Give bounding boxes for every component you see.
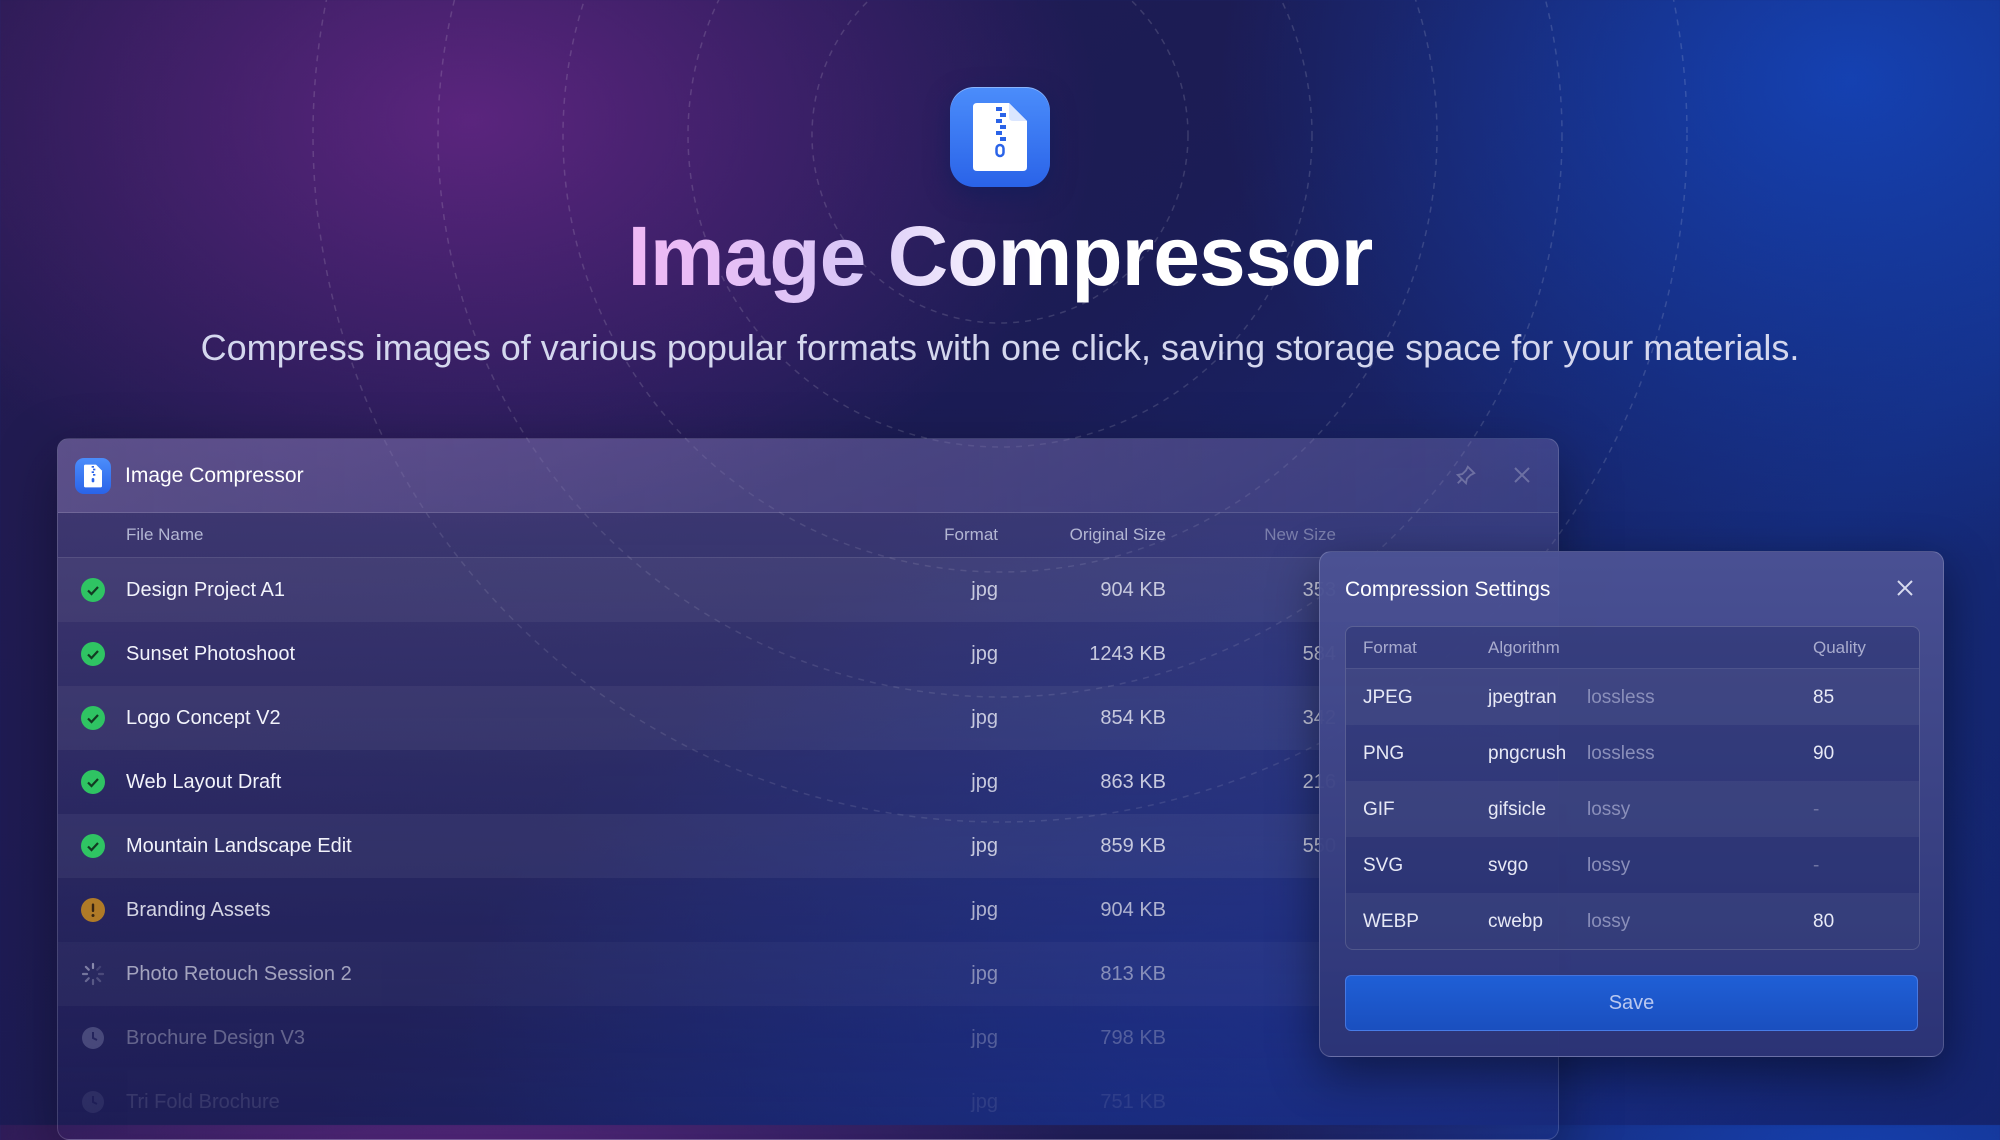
loading-spinner-icon [81, 962, 105, 986]
file-name: Mountain Landscape Edit [126, 835, 352, 857]
app-logo-icon [950, 87, 1050, 187]
file-format: jpg [971, 835, 998, 857]
file-name: Brochure Design V3 [126, 1027, 305, 1049]
file-name: Branding Assets [126, 899, 271, 921]
success-check-icon [81, 706, 105, 730]
original-size: 1243 KB [1089, 643, 1166, 665]
warning-icon [81, 898, 105, 922]
file-name: Photo Retouch Session 2 [126, 963, 352, 985]
file-format: jpg [971, 963, 998, 985]
format-name: JPEG [1363, 687, 1413, 708]
file-name: Tri Fold Brochure [126, 1091, 280, 1113]
file-format: jpg [971, 707, 998, 729]
compression-settings-dialog: Compression Settings Format Algorithm Qu… [1319, 551, 1944, 1057]
file-name: Web Layout Draft [126, 771, 282, 793]
settings-table-header: Format Algorithm Quality [1346, 627, 1919, 669]
pending-clock-icon [81, 1090, 105, 1114]
column-new-size: New Size [1264, 525, 1336, 544]
quality-value[interactable]: 85 [1813, 687, 1834, 709]
settings-title: Compression Settings [1345, 578, 1551, 601]
compression-mode: lossless [1587, 687, 1655, 708]
algorithm-name: svgo [1488, 855, 1529, 876]
column-original-size: Original Size [1069, 525, 1166, 544]
app-icon [75, 457, 111, 494]
settings-table: Format Algorithm Quality JPEG jpegtran l… [1345, 626, 1920, 950]
success-check-icon [81, 578, 105, 602]
success-check-icon [81, 834, 105, 858]
file-name: Logo Concept V2 [126, 707, 281, 729]
settings-row[interactable]: JPEG jpegtran lossless 85 [1346, 669, 1919, 725]
algorithm-name: cwebp [1488, 911, 1543, 932]
hero-subtitle: Compress images of various popular forma… [200, 327, 1800, 368]
format-name: PNG [1363, 743, 1405, 764]
compression-mode: lossless [1587, 743, 1655, 764]
compression-mode: lossy [1587, 799, 1631, 820]
quality-value[interactable]: 90 [1813, 743, 1834, 765]
window-title: Image Compressor [125, 463, 304, 487]
file-format: jpg [971, 899, 998, 921]
settings-row[interactable]: WEBP cwebp lossy 80 [1346, 893, 1919, 949]
original-size: 813 KB [1100, 963, 1166, 985]
column-format: Format [944, 525, 998, 544]
original-size: 904 KB [1100, 579, 1166, 601]
file-format: jpg [971, 1027, 998, 1049]
save-button[interactable]: Save [1345, 975, 1918, 1031]
hero-title: Image Compressor [627, 209, 1374, 303]
success-check-icon [81, 642, 105, 666]
original-size: 859 KB [1100, 835, 1166, 857]
compression-mode: lossy [1587, 855, 1631, 876]
column-algorithm: Algorithm [1488, 638, 1560, 657]
pending-clock-icon [81, 1026, 105, 1050]
file-name: Sunset Photoshoot [126, 643, 296, 665]
close-icon[interactable] [1891, 574, 1919, 602]
quality-value[interactable]: - [1813, 799, 1819, 821]
settings-row[interactable]: GIF gifsicle lossy - [1346, 781, 1919, 837]
format-name: WEBP [1363, 911, 1419, 932]
quality-value[interactable]: 80 [1813, 911, 1834, 933]
settings-row[interactable]: PNG pngcrush lossless 90 [1346, 725, 1919, 781]
original-size: 798 KB [1100, 1027, 1166, 1049]
file-format: jpg [971, 771, 998, 793]
window-titlebar: Image Compressor [58, 439, 1558, 513]
original-size: 854 KB [1100, 707, 1166, 729]
original-size: 751 KB [1100, 1091, 1166, 1113]
format-name: GIF [1363, 799, 1395, 820]
algorithm-name: gifsicle [1488, 799, 1547, 820]
quality-value[interactable]: - [1813, 855, 1819, 877]
original-size: 863 KB [1100, 771, 1166, 793]
settings-row[interactable]: SVG svgo lossy - [1346, 837, 1919, 893]
pin-icon[interactable] [1452, 461, 1480, 489]
column-quality: Quality [1813, 638, 1866, 657]
column-format: Format [1363, 638, 1417, 657]
file-format: jpg [971, 643, 998, 665]
format-name: SVG [1363, 855, 1404, 876]
original-size: 904 KB [1100, 899, 1166, 921]
algorithm-name: jpegtran [1488, 687, 1557, 708]
column-file-name: File Name [126, 525, 204, 544]
close-icon[interactable] [1508, 461, 1536, 489]
file-format: jpg [971, 1091, 998, 1113]
file-name: Design Project A1 [126, 579, 285, 601]
algorithm-name: pngcrush [1488, 743, 1567, 764]
success-check-icon [81, 770, 105, 794]
compression-mode: lossy [1587, 911, 1631, 932]
table-row[interactable]: Tri Fold Brochure jpg 751 KB [58, 1070, 1558, 1134]
file-format: jpg [971, 579, 998, 601]
